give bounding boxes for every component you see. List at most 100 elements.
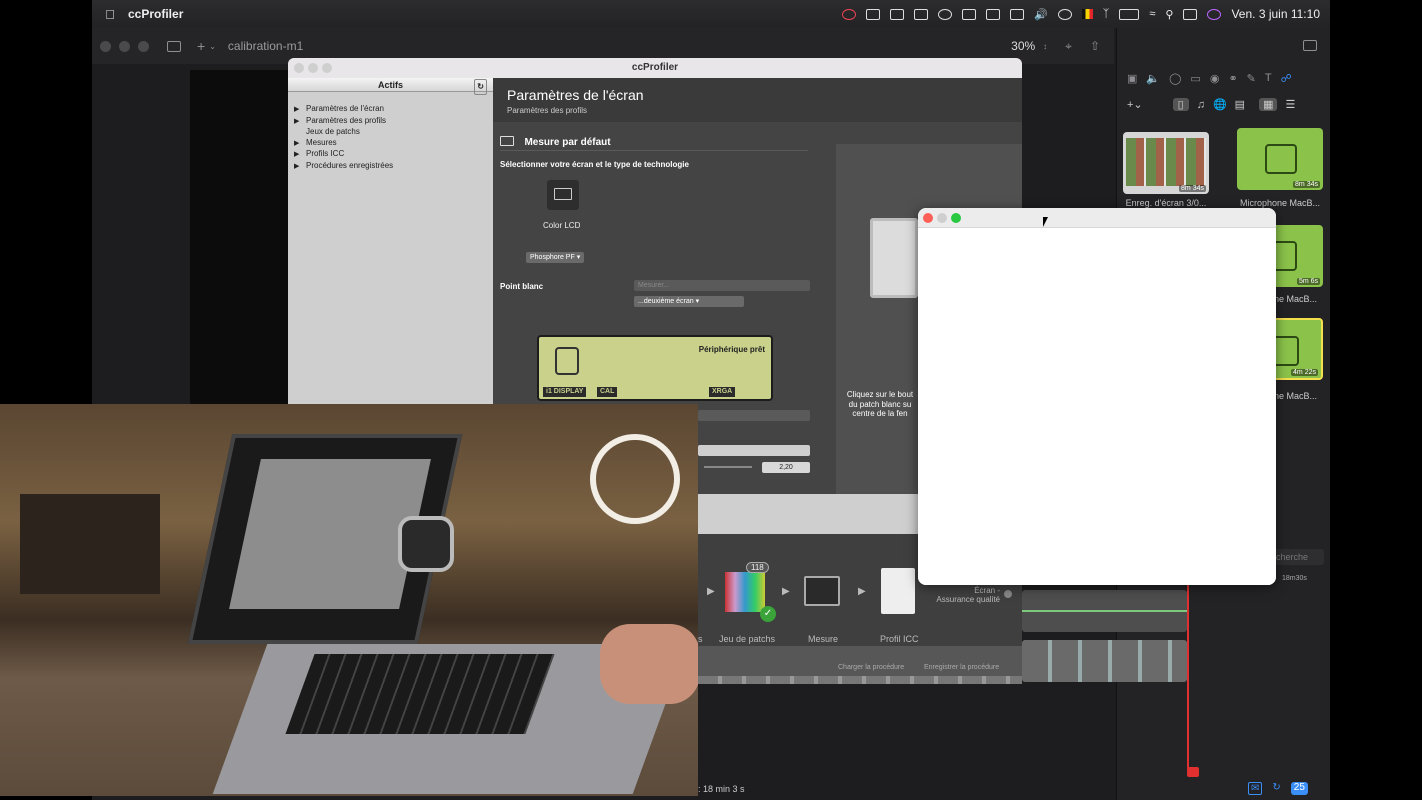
app-menu-name[interactable]: ccProfiler [128,7,183,21]
audio-properties-icon[interactable]: 🔈 [1146,72,1160,85]
sidebar-item-icc[interactable]: ▶ Profils ICC [294,149,493,161]
annotation-icon[interactable]: ✎ [1247,72,1256,85]
callout-icon[interactable]: ◯ [1169,72,1181,85]
window-manager-icon[interactable] [986,8,1001,20]
hint-text: Cliquez sur le bout du patch blanc su ce… [842,390,918,419]
text-icon[interactable]: T [1265,72,1272,85]
grid-view-icon[interactable]: ▦ [1259,98,1278,111]
control-center-icon[interactable] [1183,8,1198,20]
hint-line: du patch blanc su [848,399,912,409]
document-media-icon[interactable]: ▯ [1172,98,1189,111]
history-icon[interactable] [938,8,953,20]
chevron-down-icon[interactable]: ⌄ [209,42,216,51]
add-icon[interactable]: + [197,38,205,54]
media-item-microphone[interactable]: 8m 34s [1237,128,1323,190]
kitchen-shelf [20,494,160,594]
inspector-toggle-icon[interactable] [1303,40,1317,51]
close-button[interactable] [923,213,933,223]
timeline-search[interactable]: cherche [1274,549,1324,565]
gamma-slider[interactable] [704,466,752,468]
belgian-flag-icon[interactable] [1081,9,1093,19]
phosphor-select[interactable]: Phosphore PF ▾ [526,252,585,263]
minimize-button[interactable] [937,213,947,223]
volume-icon[interactable]: 🔊 [1034,8,1048,21]
video-properties-icon[interactable]: ▣ [1127,72,1137,85]
select-control[interactable] [698,445,810,456]
bluetooth-icon[interactable]: ᛉ [1103,8,1110,20]
zoom-level[interactable]: 30% [1011,39,1035,53]
disclosure-triangle-icon[interactable]: ▶ [294,117,306,128]
zoom-button[interactable] [138,40,149,52]
close-button[interactable] [100,40,111,52]
badge-count[interactable]: 25 [1290,782,1308,795]
list-view-icon[interactable]: ☰ [1285,98,1295,111]
disclosure-triangle-icon[interactable]: ▶ [294,162,306,173]
video-track-clip-left[interactable] [698,676,1022,684]
gamma-value[interactable]: 2,20 [762,462,810,473]
load-procedure-button[interactable]: Charger la procédure [838,664,904,671]
clock-datetime[interactable]: Ven. 3 juin 11:10 [1231,7,1320,21]
measure-monitor-icon[interactable] [804,576,840,606]
sidebar-item-patchs[interactable]: Jeux de patchs [294,127,493,138]
dropbox-icon[interactable] [842,8,857,20]
siri-icon[interactable] [1207,8,1222,20]
check-icon: ✓ [760,606,776,622]
loop-icon[interactable]: ↻ [1272,782,1280,795]
sidebar-toggle-icon[interactable] [167,40,181,52]
search-icon[interactable]: ⚲ [1165,8,1173,21]
minimize-button[interactable] [119,40,130,52]
sidebar-item-mesures[interactable]: ▶ Mesures [294,138,493,150]
step-label: s [698,634,703,644]
music-icon[interactable]: ♫ [1197,99,1205,111]
display-type-button[interactable] [547,180,579,210]
crop-icon[interactable]: ⌖ [1065,39,1072,54]
icc-profile-icon[interactable] [881,568,915,614]
touch-callout-icon[interactable]: ◉ [1210,72,1220,85]
playhead-handle[interactable] [1187,767,1199,777]
patch-set-icon[interactable] [725,572,765,612]
measure-select-value: Mesurer... [638,282,670,289]
media-item-screen-recording[interactable]: 8m 34s [1123,132,1209,194]
binoculars-icon[interactable] [962,8,977,20]
close-button[interactable] [294,63,304,73]
mail-icon[interactable]: ✉ [1248,782,1263,795]
filter-icon[interactable]: ⚭ [1228,72,1237,85]
playhead[interactable] [1187,574,1189,774]
sidebar-item-ecran[interactable]: ▶ Paramètres de l'écran [294,104,493,116]
video-track-clip[interactable] [1022,640,1187,682]
airdrop-icon[interactable] [1057,8,1072,20]
disclosure-triangle-icon[interactable]: ▶ [294,105,306,116]
display-icon[interactable] [1010,8,1025,20]
screen-record-icon[interactable] [890,8,905,20]
apple-icon[interactable]:  [92,7,128,22]
add-media-icon[interactable]: +⌄ [1127,98,1143,111]
zoom-button[interactable] [951,213,961,223]
sidebar-item-procedures[interactable]: ▶ Procédures enregistrées [294,161,493,173]
globe-icon[interactable]: 🌐 [1213,98,1227,111]
refresh-icon[interactable]: ↻ [474,79,487,95]
section-title: Mesure par défaut [524,137,611,148]
stock-media-icon[interactable]: ▤ [1235,98,1245,111]
measure-select[interactable]: Mesurer... [634,280,810,291]
second-screen-select-value: ...deuxième écran [638,298,694,305]
media-library-icon[interactable]: ☍ [1281,72,1292,85]
close-circle-icon[interactable] [1004,590,1012,598]
audio-track-clip[interactable] [1022,590,1187,632]
white-patch-area[interactable] [918,228,1276,585]
zoom-button[interactable] [322,63,332,73]
minimize-button[interactable] [308,63,318,73]
wifi-icon[interactable]: ≈ [1149,8,1155,20]
disclosure-triangle-icon[interactable]: ▶ [294,150,306,161]
sidebar-item-profils[interactable]: ▶ Paramètres des profils [294,116,493,128]
select-control[interactable] [698,410,810,421]
battery-icon[interactable] [1119,8,1140,20]
screen-recording-icon[interactable]: ▭ [1190,72,1200,85]
disclosure-triangle-icon[interactable]: ▶ [294,139,306,150]
save-procedure-button[interactable]: Enregistrer la procédure [924,664,999,671]
clipboard-icon[interactable] [914,8,929,20]
sidebar-header: Actifs ↻ [288,78,493,95]
stepper-icon[interactable]: ↕ [1043,42,1047,51]
share-icon[interactable]: ⇧ [1090,39,1100,53]
second-screen-select[interactable]: ...deuxième écran ▾ [634,296,744,307]
camera-icon[interactable] [866,8,881,20]
